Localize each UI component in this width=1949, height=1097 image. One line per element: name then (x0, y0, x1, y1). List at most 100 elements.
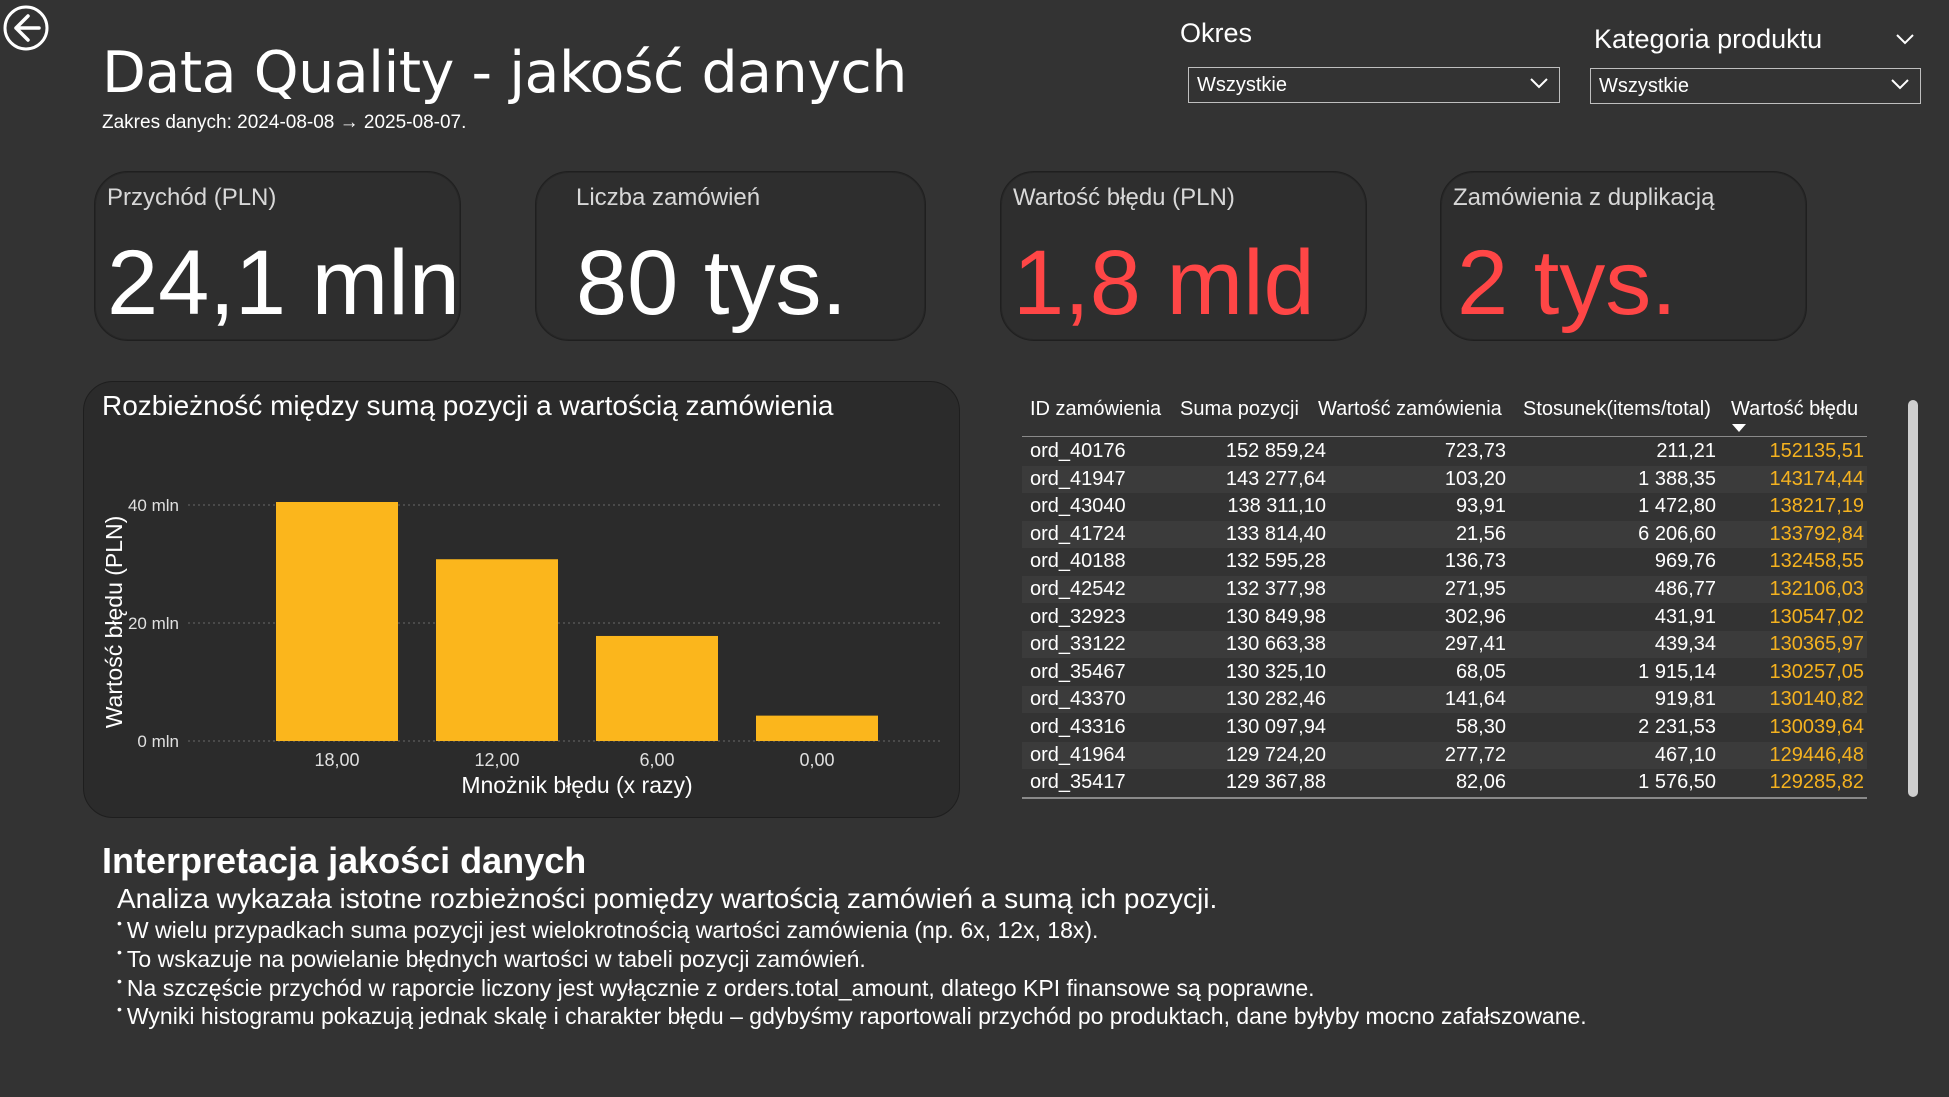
table-header-error-value[interactable]: Wartość błędu (1731, 398, 1858, 421)
cell-order-value: 103,20 (1444, 467, 1506, 490)
interpretation-bullet: • Na szczęście przychód w raporcie liczon… (117, 973, 1315, 1001)
date-range: Zakres danych: 2024-08-08 → 2025-08-07. (102, 112, 467, 133)
cell-order-id: ord_43040 (1030, 495, 1126, 518)
back-arrow-icon (3, 5, 49, 51)
table-row[interactable]: ord_35467 130 325,10 68,05 1 915,14 130257,0… (1022, 659, 1867, 686)
table-row[interactable]: ord_41964 129 724,20 277,72 467,10 129446,48 (1022, 741, 1867, 769)
cell-error-value: 130039,64 (1769, 716, 1864, 738)
cell-order-value: 136,73 (1444, 550, 1506, 573)
kpi-value: 1,8 mld (1013, 232, 1315, 334)
interpretation-bullet: • Wyniki histogramu pokazują jednak skalę… (117, 1001, 1587, 1029)
table-row[interactable]: ord_40188 132 595,28 136,73 969,76 132458,55 (1022, 548, 1867, 575)
table-header-items-sum[interactable]: Suma pozycji (1180, 398, 1299, 421)
page-title: Data Quality - jakość danych (102, 40, 907, 106)
table-row[interactable]: ord_41947 143 277,64 103,20 1 388,35 143174,… (1022, 465, 1867, 493)
cell-items-sum: 130 663,38 (1225, 633, 1326, 656)
interpretation-bullet: • W wielu przypadkach suma pozycji jest w… (117, 915, 1099, 943)
cell-order-id: ord_41964 (1030, 743, 1126, 766)
cell-order-value: 93,91 (1455, 495, 1506, 518)
cell-order-value: 58,30 (1455, 716, 1506, 738)
table-row[interactable]: ord_40176 152 859,24 723,73 211,21 152135,51 (1022, 438, 1867, 465)
cell-ratio: 1 472,80 (1638, 495, 1716, 518)
cell-order-id: ord_41724 (1030, 522, 1126, 545)
cell-order-value: 68,05 (1455, 660, 1506, 683)
cell-error-value: 143174,44 (1769, 467, 1864, 490)
cell-order-id: ord_40176 (1030, 440, 1126, 462)
cell-items-sum: 130 325,10 (1225, 660, 1326, 683)
period-filter-label: Okres (1180, 18, 1253, 48)
cell-ratio: 6 206,60 (1638, 522, 1716, 545)
cell-order-id: ord_42542 (1030, 578, 1126, 600)
cell-items-sum: 130 849,98 (1225, 605, 1326, 628)
bar (596, 635, 718, 741)
x-tick-label: 0,00 (799, 750, 834, 770)
back-button[interactable] (2, 4, 50, 52)
kpi-label: Przychód (PLN) (107, 184, 277, 211)
cell-order-value: 21,56 (1455, 522, 1506, 545)
cell-error-value: 133792,84 (1769, 522, 1864, 545)
table-scrollbar[interactable] (1908, 400, 1918, 797)
period-dropdown[interactable]: Wszystkie (1188, 67, 1560, 103)
cell-ratio: 1 388,35 (1638, 467, 1716, 490)
kpi-label: Zamówienia z duplikacją (1453, 184, 1715, 211)
cell-items-sum: 133 814,40 (1225, 522, 1326, 545)
cell-items-sum: 132 377,98 (1225, 578, 1326, 600)
kpi-card-orders: Liczba zamówień 80 tys. (535, 171, 926, 341)
cell-error-value: 152135,51 (1769, 440, 1864, 462)
cell-error-value: 130140,82 (1769, 688, 1864, 711)
chart-title: Rozbieżność między sumą pozycji a wartoś… (102, 390, 834, 421)
table-header-order-value[interactable]: Wartość zamówienia (1318, 398, 1502, 421)
cell-items-sum: 152 859,24 (1225, 440, 1326, 462)
x-tick-label: 12,00 (474, 750, 519, 770)
table-header-id[interactable]: ID zamówienia (1030, 398, 1161, 421)
cell-order-value: 297,41 (1444, 633, 1506, 656)
x-tick-label: 18,00 (314, 750, 359, 770)
cell-order-value: 723,73 (1444, 440, 1506, 462)
chevron-down-icon (1891, 79, 1909, 90)
bar (436, 559, 558, 741)
cell-order-id: ord_32923 (1030, 605, 1126, 628)
kpi-label: Liczba zamówień (576, 184, 761, 211)
table-row[interactable]: ord_42542 132 377,98 271,95 486,77 132106,03 (1022, 576, 1867, 603)
table-row[interactable]: ord_43040 138 311,10 93,91 1 472,80 138217,1… (1022, 493, 1867, 520)
kpi-card-duplicated-orders: Zamówienia z duplikacją 2 tys. (1440, 171, 1807, 341)
bar (756, 715, 878, 741)
cell-error-value: 132458,55 (1769, 550, 1864, 573)
cell-order-value: 82,06 (1455, 771, 1506, 794)
interpretation-title: Interpretacja jakości danych (102, 840, 587, 881)
kpi-label: Wartość błędu (PLN) (1013, 184, 1235, 211)
cell-items-sum: 130 097,94 (1225, 716, 1326, 738)
cell-ratio: 439,34 (1654, 633, 1716, 656)
cell-items-sum: 143 277,64 (1225, 467, 1326, 490)
cell-order-value: 141,64 (1444, 688, 1506, 711)
period-dropdown-value: Wszystkie (1197, 74, 1287, 96)
table-row[interactable]: ord_41724 133 814,40 21,56 6 206,60 133792,8… (1022, 520, 1867, 548)
table-row[interactable]: ord_43316 130 097,94 58,30 2 231,53 130039,6… (1022, 714, 1867, 741)
cell-items-sum: 138 311,10 (1227, 495, 1326, 518)
category-expand-chevron-icon[interactable] (1895, 32, 1915, 46)
table-row[interactable]: ord_32923 130 849,98 302,96 431,91 130547,02 (1022, 604, 1867, 631)
cell-order-id: ord_35467 (1030, 660, 1126, 683)
kpi-card-error-value: Wartość błędu (PLN) 1,8 mld (1000, 171, 1367, 341)
cell-order-id: ord_35417 (1030, 771, 1126, 794)
cell-order-value: 302,96 (1444, 605, 1506, 628)
cell-error-value: 138217,19 (1769, 495, 1864, 518)
table-row[interactable]: ord_33122 130 663,38 297,41 439,34 130365,97 (1022, 631, 1867, 659)
table-header-ratio[interactable]: Stosunek(items/total) (1523, 398, 1711, 421)
cell-ratio: 467,10 (1654, 743, 1716, 766)
cell-items-sum: 130 282,46 (1225, 688, 1326, 711)
bar-chart: 0 mln 20 mln 40 mln 18,00 12,00 6,00 0,00 Mnożn… (101, 496, 943, 798)
cell-error-value: 130257,05 (1769, 660, 1864, 683)
cell-ratio: 431,91 (1654, 605, 1716, 628)
table-row[interactable]: ord_35417 129 367,88 82,06 1 576,50 129285,8… (1022, 769, 1867, 796)
cell-ratio: 1 915,14 (1638, 660, 1716, 683)
category-filter-label: Kategoria produktu (1594, 24, 1823, 54)
table-row[interactable]: ord_43370 130 282,46 141,64 919,81 130140,82 (1022, 686, 1867, 714)
cell-error-value: 129285,82 (1769, 771, 1864, 794)
cell-ratio: 2 231,53 (1638, 716, 1716, 738)
category-dropdown[interactable]: Wszystkie (1590, 68, 1921, 104)
y-tick-label: 0 mln (137, 732, 179, 751)
interpretation-bullet: • To wskazuje na powielanie błędnych wart… (117, 944, 866, 972)
cell-error-value: 132106,03 (1769, 578, 1864, 600)
cell-ratio: 211,21 (1656, 440, 1716, 462)
